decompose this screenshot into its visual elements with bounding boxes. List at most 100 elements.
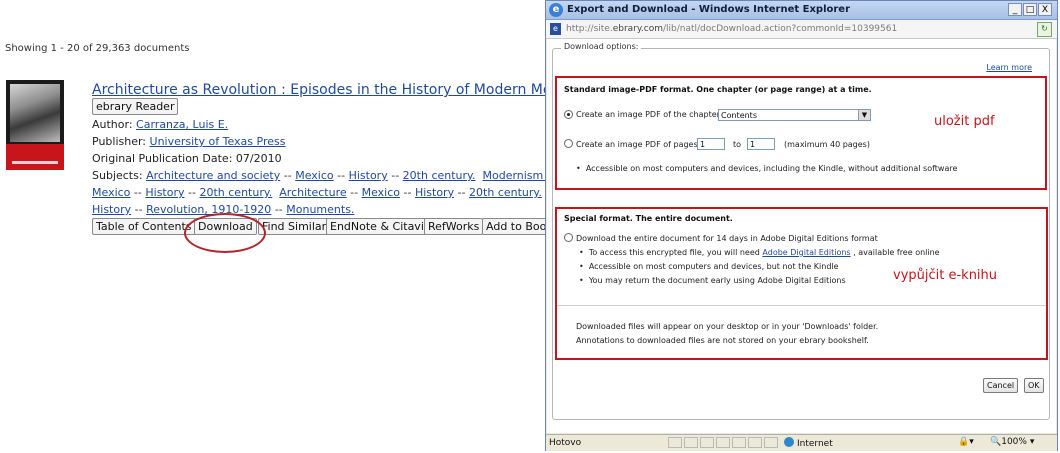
- results-count: Showing 1 - 20 of 29,363 documents: [5, 43, 190, 54]
- pages-pdf-radio[interactable]: [564, 139, 573, 148]
- subject-separator: --: [283, 169, 292, 182]
- subject-separator: --: [337, 169, 346, 182]
- ebrary-reader-button[interactable]: ebrary Reader: [92, 98, 179, 115]
- special-bullet: • Accessible on most computers and devic…: [579, 262, 839, 271]
- zoom-control[interactable]: 🔍100% ▾: [990, 437, 1034, 447]
- export-download-window: e Export and Download - Windows Internet…: [545, 0, 1058, 451]
- standard-format-heading: Standard image-PDF format. One chapter (…: [564, 85, 872, 94]
- subject-link[interactable]: History: [349, 169, 388, 182]
- protected-mode-icon[interactable]: 🔒▾: [958, 437, 974, 447]
- subject-link[interactable]: Mexico: [362, 186, 400, 199]
- publisher-row: Publisher: University of Texas Press: [92, 135, 285, 148]
- maximize-button[interactable]: □: [1023, 3, 1037, 16]
- zoom-icon: 🔍: [990, 437, 1002, 447]
- bullet-text: To access this encrypted file, you will …: [588, 248, 760, 257]
- learn-more-link[interactable]: Learn more: [986, 63, 1032, 72]
- refworks-button[interactable]: RefWorks: [424, 218, 484, 235]
- download-options-group: Download options: Learn more Standard im…: [552, 42, 1050, 420]
- subject-link[interactable]: Monuments.: [286, 203, 354, 216]
- subject-separator: --: [350, 186, 359, 199]
- endnote-citavi-button[interactable]: EndNote & Citavi: [326, 218, 428, 235]
- entire-document-radio[interactable]: [564, 233, 573, 242]
- bullet-text: You may return the document early using …: [588, 276, 846, 285]
- chapter-select-value: Contents: [721, 111, 757, 120]
- status-bar: Hotovo Internet 🔒▾ 🔍100% ▾: [546, 434, 1057, 451]
- pubdate-row: Original Publication Date: 07/2010: [92, 152, 282, 165]
- address-url[interactable]: http://site.ebrary.com/lib/natl/docDownl…: [566, 24, 897, 34]
- page-to-input[interactable]: 1: [747, 138, 775, 150]
- subject-separator: --: [134, 203, 143, 216]
- zone-label: Internet: [797, 439, 833, 449]
- download-location-note: Downloaded files will appear on your des…: [576, 322, 879, 331]
- window-titlebar[interactable]: e Export and Download - Windows Internet…: [546, 1, 1057, 20]
- subject-separator: --: [457, 186, 466, 199]
- subject-link[interactable]: 20th century.: [403, 169, 476, 182]
- pages-pdf-label: Create an image PDF of pages: [576, 140, 698, 149]
- ok-button[interactable]: OK: [1024, 378, 1044, 393]
- zoom-level: 100%: [1001, 437, 1027, 447]
- download-button[interactable]: Download: [194, 218, 257, 235]
- status-cell: [668, 437, 682, 448]
- subject-link[interactable]: 20th century.: [199, 186, 272, 199]
- subject-link[interactable]: Architecture: [279, 186, 346, 199]
- page-icon: e: [550, 23, 561, 35]
- author-link[interactable]: Carranza, Luis E.: [136, 118, 228, 131]
- close-button[interactable]: X: [1038, 3, 1052, 16]
- subject-separator: --: [403, 186, 412, 199]
- subject-link[interactable]: History: [145, 186, 184, 199]
- book-title-link[interactable]: Architecture as Revolution : Episodes in…: [92, 82, 580, 98]
- standard-pdf-section: Standard image-PDF format. One chapter (…: [555, 76, 1047, 190]
- status-cell: [684, 437, 698, 448]
- address-bar[interactable]: e http://site.ebrary.com/lib/natl/docDow…: [546, 20, 1057, 39]
- subject-link[interactable]: Architecture and society: [146, 169, 280, 182]
- globe-icon: [784, 437, 794, 447]
- subjects-label: Subjects:: [92, 169, 143, 182]
- borrow-ebook-annotation: vypůjčit e-knihu: [893, 268, 998, 283]
- status-cell: [700, 437, 714, 448]
- book-cover-image[interactable]: [6, 80, 64, 170]
- author-row: Author: Carranza, Luis E.: [92, 118, 228, 131]
- chapter-select[interactable]: Contents ▼: [718, 109, 871, 121]
- special-bullet: • To access this encrypted file, you wil…: [579, 248, 940, 257]
- window-title: Export and Download - Windows Internet E…: [567, 4, 851, 15]
- bullet-text: Accessible on most computers and devices…: [588, 262, 839, 271]
- subject-link[interactable]: Mexico: [92, 186, 130, 199]
- download-options-legend: Download options:: [561, 42, 642, 51]
- minimize-button[interactable]: _: [1008, 3, 1022, 16]
- status-cell: [732, 437, 746, 448]
- adobe-digital-editions-link[interactable]: Adobe Digital Editions: [762, 248, 850, 257]
- pages-to-label: to: [733, 140, 742, 149]
- chapter-pdf-radio[interactable]: [564, 110, 573, 119]
- page-from-input[interactable]: 1: [697, 138, 725, 150]
- subject-link[interactable]: Mexico: [295, 169, 333, 182]
- subject-link[interactable]: History: [92, 203, 131, 216]
- subject-link[interactable]: History: [415, 186, 454, 199]
- security-zone[interactable]: Internet: [784, 437, 833, 449]
- save-pdf-annotation: uložit pdf: [934, 114, 995, 129]
- chevron-down-icon: ▼: [858, 110, 870, 120]
- section-divider: [557, 305, 1046, 306]
- annotations-note: Annotations to downloaded files are not …: [576, 336, 869, 345]
- subjects-row-1: Subjects: Architecture and society -- Me…: [92, 169, 575, 182]
- special-bullet: • You may return the document early usin…: [579, 276, 846, 285]
- pubdate-label: Original Publication Date:: [92, 152, 233, 165]
- subject-link[interactable]: Revolution, 1910-1920: [146, 203, 271, 216]
- url-path: /lib/natl/docDownload.action?commonId=10…: [662, 24, 898, 34]
- cover-band-line: [12, 161, 58, 164]
- pubdate-value: 07/2010: [235, 152, 282, 165]
- status-cell: [748, 437, 762, 448]
- find-similar-button[interactable]: Find Similar: [258, 218, 331, 235]
- chapter-pdf-label: Create an image PDF of the chapter:: [576, 110, 723, 119]
- cancel-button[interactable]: Cancel: [983, 378, 1019, 393]
- chevron-down-icon: ▾: [1026, 437, 1035, 447]
- page-action-icon[interactable]: ↻: [1037, 22, 1052, 37]
- publisher-link[interactable]: University of Texas Press: [150, 135, 286, 148]
- subject-link[interactable]: 20th century.: [469, 186, 542, 199]
- table-of-contents-button[interactable]: Table of Contents: [92, 218, 196, 235]
- publisher-label: Publisher:: [92, 135, 147, 148]
- status-cell: [764, 437, 778, 448]
- url-domain: ebrary.com: [612, 24, 663, 34]
- standard-bullet: • Accessible on most computers and devic…: [576, 164, 958, 173]
- internet-explorer-icon: e: [549, 3, 563, 17]
- subject-separator: --: [133, 186, 142, 199]
